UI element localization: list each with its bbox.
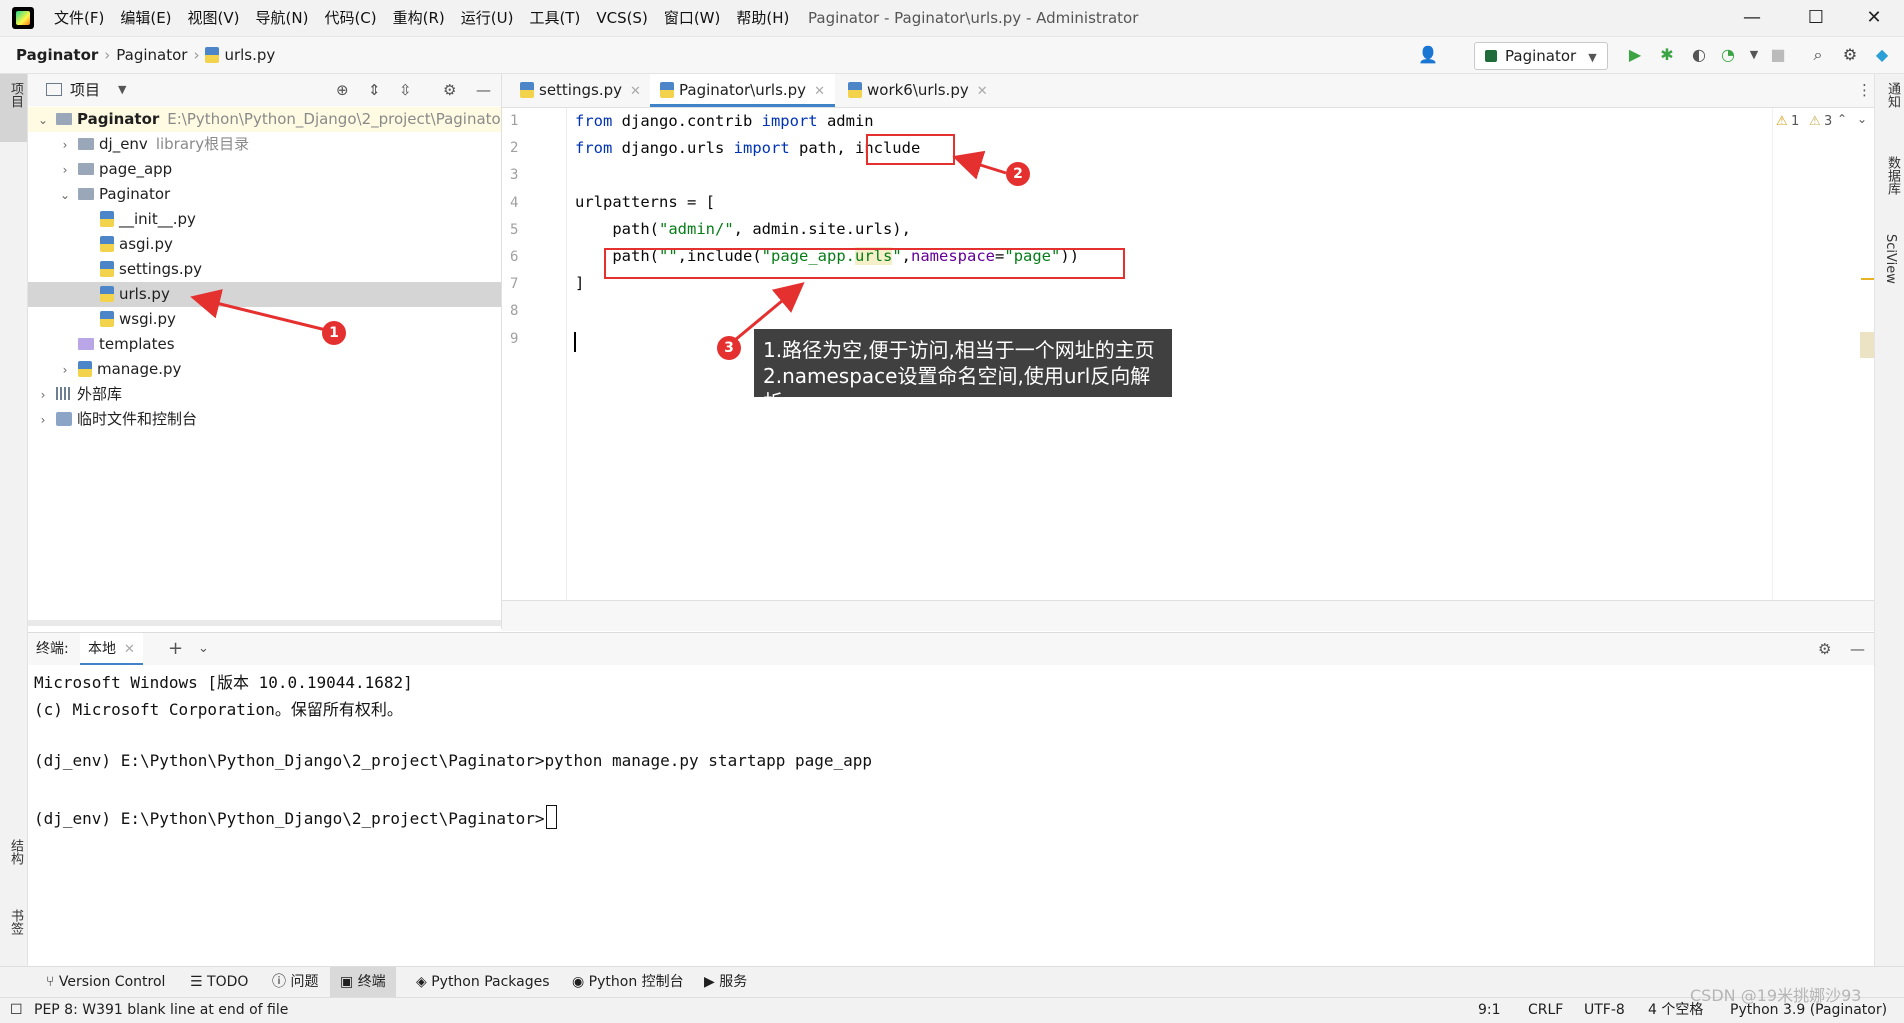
todo-tool[interactable]: ☰ TODO: [180, 967, 258, 997]
bottom-tool-bar: ⑂ Version Control ☰ TODO ⓘ 问题 ▣ 终端 ◈ Pyt…: [0, 966, 1904, 997]
terminal-cursor: [545, 805, 557, 829]
annotation-callout: 1.路径为空,便于访问,相当于一个网址的主页 2.namespace设置命名空间…: [754, 329, 1172, 414]
python-packages-tool[interactable]: ◈ Python Packages: [406, 967, 560, 997]
annotation-marker-3: 3: [717, 336, 741, 360]
branch-icon: ⑂: [46, 974, 59, 990]
services-tool[interactable]: ▶ 服务: [694, 967, 757, 997]
terminal-icon: ▣: [340, 974, 358, 990]
caret-position[interactable]: 9:1: [1478, 998, 1501, 1022]
terminal-prompt-line: (dj_env) E:\Python\Python_Django\2_proje…: [34, 805, 557, 829]
file-encoding[interactable]: UTF-8: [1584, 998, 1625, 1022]
status-toggle-icon[interactable]: ☐: [10, 998, 23, 1022]
annotation-marker-1: 1: [322, 321, 346, 345]
terminal-line: Microsoft Windows [版本 10.0.19044.1682]: [34, 673, 413, 692]
terminal-header: 终端: 本地 ✕ + ⌄ ⚙ —: [28, 632, 1874, 666]
status-message[interactable]: PEP 8: W391 blank line at end of file: [34, 998, 288, 1022]
problems-tool[interactable]: ⓘ 问题: [262, 967, 328, 997]
status-bar: ☐ PEP 8: W391 blank line at end of file …: [0, 986, 1904, 1023]
terminal-line: (dj_env) E:\Python\Python_Django\2_proje…: [34, 751, 873, 770]
package-icon: ◈: [416, 974, 432, 990]
csdn-watermark: CSDN @19米挑娜沙93: [1690, 986, 1862, 1005]
chevron-down-icon[interactable]: ⌄: [198, 633, 209, 665]
terminal-settings-icon[interactable]: ⚙: [1818, 633, 1831, 665]
terminal-line: (c) Microsoft Corporation。保留所有权利。: [34, 700, 403, 719]
python-console-icon: ◉: [572, 974, 589, 990]
problems-icon: ⓘ: [272, 974, 291, 990]
close-tab-icon[interactable]: ✕: [124, 642, 135, 657]
annotation-marker-2: 2: [1006, 162, 1030, 186]
terminal-output[interactable]: Microsoft Windows [版本 10.0.19044.1682] (…: [28, 665, 1874, 965]
hide-terminal-icon[interactable]: —: [1850, 633, 1865, 665]
terminal-title: 终端:: [36, 641, 69, 657]
terminal-tab-local[interactable]: 本地 ✕: [80, 633, 143, 665]
terminal-tool[interactable]: ▣ 终端: [330, 967, 396, 997]
version-control-tool[interactable]: ⑂ Version Control: [36, 967, 175, 997]
list-icon: ☰: [190, 974, 208, 990]
line-separator[interactable]: CRLF: [1528, 998, 1563, 1022]
services-icon: ▶: [704, 974, 720, 990]
callout-line-2: 2.namespace设置命名空间,使用url反向解析: [763, 364, 1151, 414]
terminal-tab-label: 本地: [88, 641, 116, 657]
callout-line-1: 1.路径为空,便于访问,相当于一个网址的主页: [763, 338, 1155, 362]
terminal-prompt: (dj_env) E:\Python\Python_Django\2_proje…: [34, 809, 545, 828]
new-terminal-icon[interactable]: +: [168, 633, 183, 665]
python-console-tool[interactable]: ◉ Python 控制台: [562, 967, 694, 997]
